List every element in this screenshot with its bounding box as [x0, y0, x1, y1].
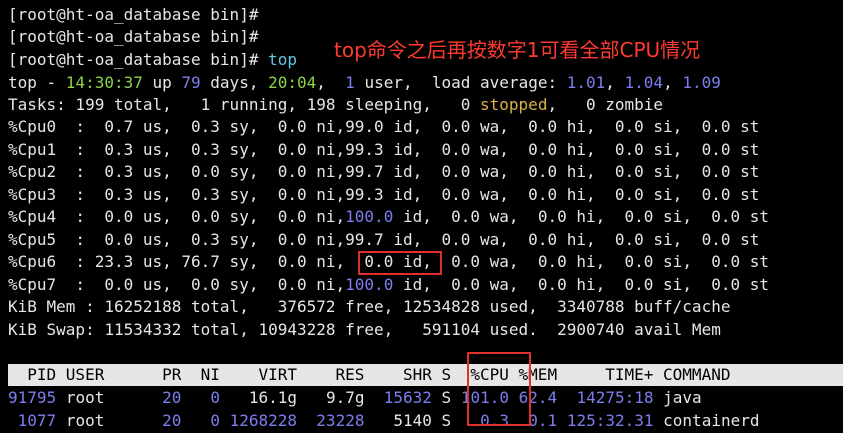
tasks-line: Tasks: 199 total, 1 running, 198 sleepin…: [8, 95, 664, 114]
swap-line: KiB Swap: 11534332 total, 10943228 free,…: [8, 320, 721, 339]
top-summary-line: top - 14:30:37 up 79 days, 20:04, 1 user…: [8, 73, 721, 92]
table-row[interactable]: 91795 root 20 0 16.1g 9.7g 15632 S 101.0…: [8, 387, 702, 409]
prompt-text: [root@ht-oa_database bin]#: [8, 50, 259, 69]
prompt-line-1: [root@ht-oa_database bin]#: [8, 5, 259, 24]
cpu-line: %Cpu0 : 0.7 us, 0.3 sy, 0.0 ni,99.0 id, …: [8, 117, 760, 136]
mem-line: KiB Mem : 16252188 total, 376572 free, 1…: [8, 297, 731, 316]
prompt-line-2: [root@ht-oa_database bin]#: [8, 27, 259, 46]
cpu-line: %Cpu4 : 0.0 us, 0.0 sy, 0.0 ni,100.0 id,…: [8, 207, 770, 226]
cpu-line: %Cpu1 : 0.3 us, 0.3 sy, 0.0 ni,99.3 id, …: [8, 140, 760, 159]
cpu-line: %Cpu2 : 0.3 us, 0.0 sy, 0.0 ni,99.7 id, …: [8, 162, 760, 181]
cpu-line: %Cpu5 : 0.0 us, 0.3 sy, 0.0 ni,99.7 id, …: [8, 230, 760, 249]
idle-highlight-box: [358, 251, 442, 275]
command-text: top: [268, 50, 297, 69]
cpu-column-highlight-box: [467, 352, 531, 426]
process-table-header: PID USER PR NI VIRT RES SHR S %CPU %MEM …: [8, 364, 843, 386]
cpu-line: %Cpu7 : 0.0 us, 0.0 sy, 0.0 ni,100.0 id,…: [8, 275, 770, 294]
table-row[interactable]: 1077 root 20 0 1268228 23228 5140 S 0.3 …: [8, 410, 760, 432]
annotation-text: top命令之后再按数字1可看全部CPU情况: [334, 38, 701, 62]
cpu-line: %Cpu3 : 0.3 us, 0.3 sy, 0.0 ni,99.3 id, …: [8, 185, 760, 204]
prompt-line-3[interactable]: [root@ht-oa_database bin]# top: [8, 49, 297, 71]
